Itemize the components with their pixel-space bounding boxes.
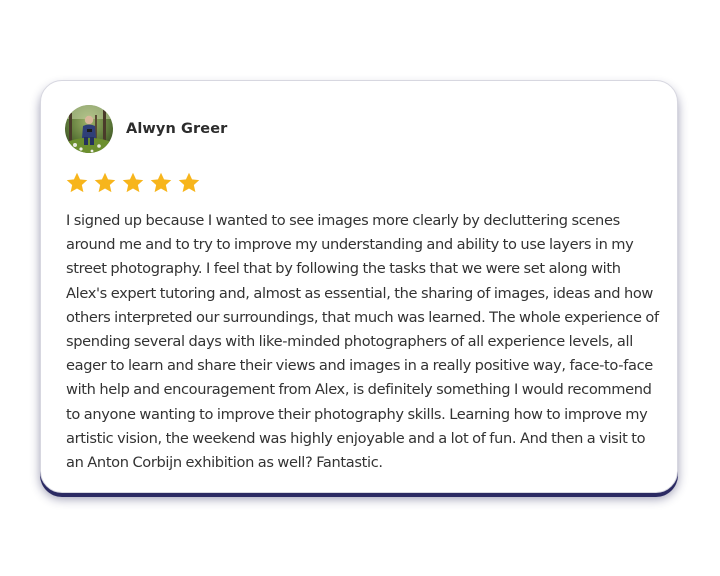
testimonial-header: Alwyn Greer xyxy=(65,105,227,153)
star-icon xyxy=(178,172,200,193)
testimonial-card: Alwyn Greer I signed up because I wanted… xyxy=(40,80,678,493)
star-rating xyxy=(65,171,201,195)
author-name: Alwyn Greer xyxy=(126,121,228,137)
avatar xyxy=(65,105,113,153)
star-icon xyxy=(66,172,88,193)
star-icon xyxy=(122,172,144,193)
star-icon xyxy=(94,172,116,193)
page: Alwyn Greer I signed up because I wanted… xyxy=(0,0,720,576)
review-text: I signed up because I wanted to see imag… xyxy=(66,212,659,472)
star-icon xyxy=(150,172,172,193)
avatar-photo xyxy=(65,105,113,153)
